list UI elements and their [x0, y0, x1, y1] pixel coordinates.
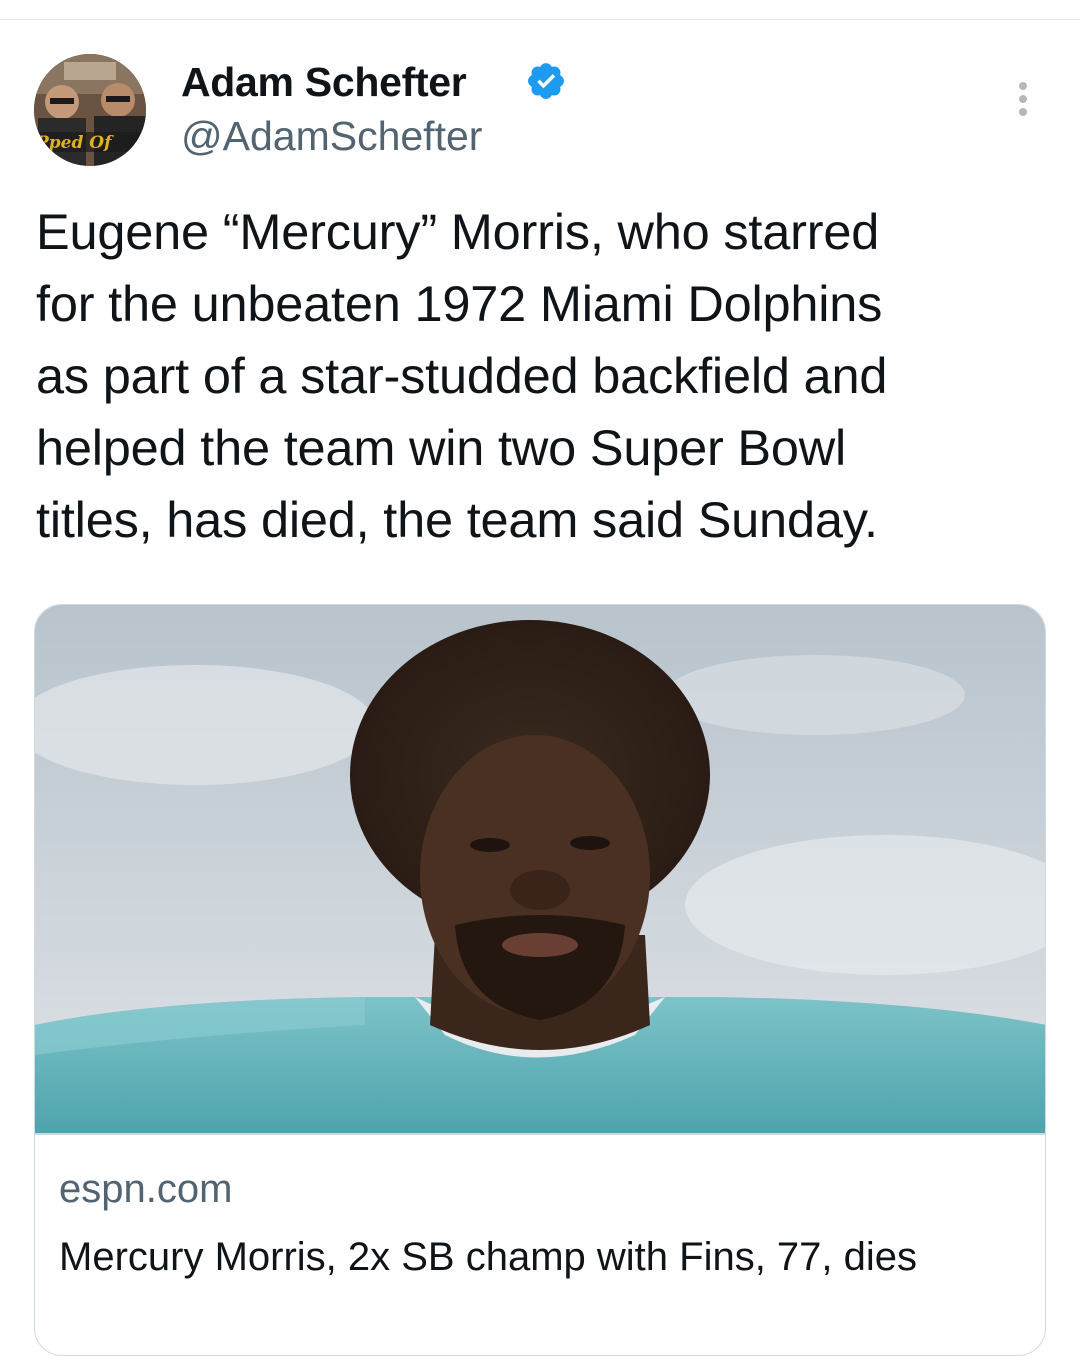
avatar-caption: Pped Of [35, 133, 114, 153]
avatar-image: Pped Of [34, 54, 146, 166]
author-name[interactable]: Adam Schefter [181, 58, 467, 106]
verified-badge-icon [528, 63, 564, 99]
tweet-text: Eugene “Mercury” Morris, who starred for… [36, 203, 888, 548]
card-image[interactable] [35, 605, 1046, 1133]
author-handle[interactable]: @AdamSchefter [181, 112, 482, 160]
link-card[interactable]: espn.com Mercury Morris, 2x SB champ wit… [34, 604, 1046, 1356]
author-avatar[interactable]: Pped Of [34, 54, 146, 166]
card-divider [35, 1133, 1045, 1135]
card-title[interactable]: Mercury Morris, 2x SB champ with Fins, 7… [59, 1231, 1009, 1283]
more-options-icon[interactable] [1005, 76, 1041, 120]
top-divider [0, 19, 1080, 20]
card-domain: espn.com [59, 1167, 233, 1211]
